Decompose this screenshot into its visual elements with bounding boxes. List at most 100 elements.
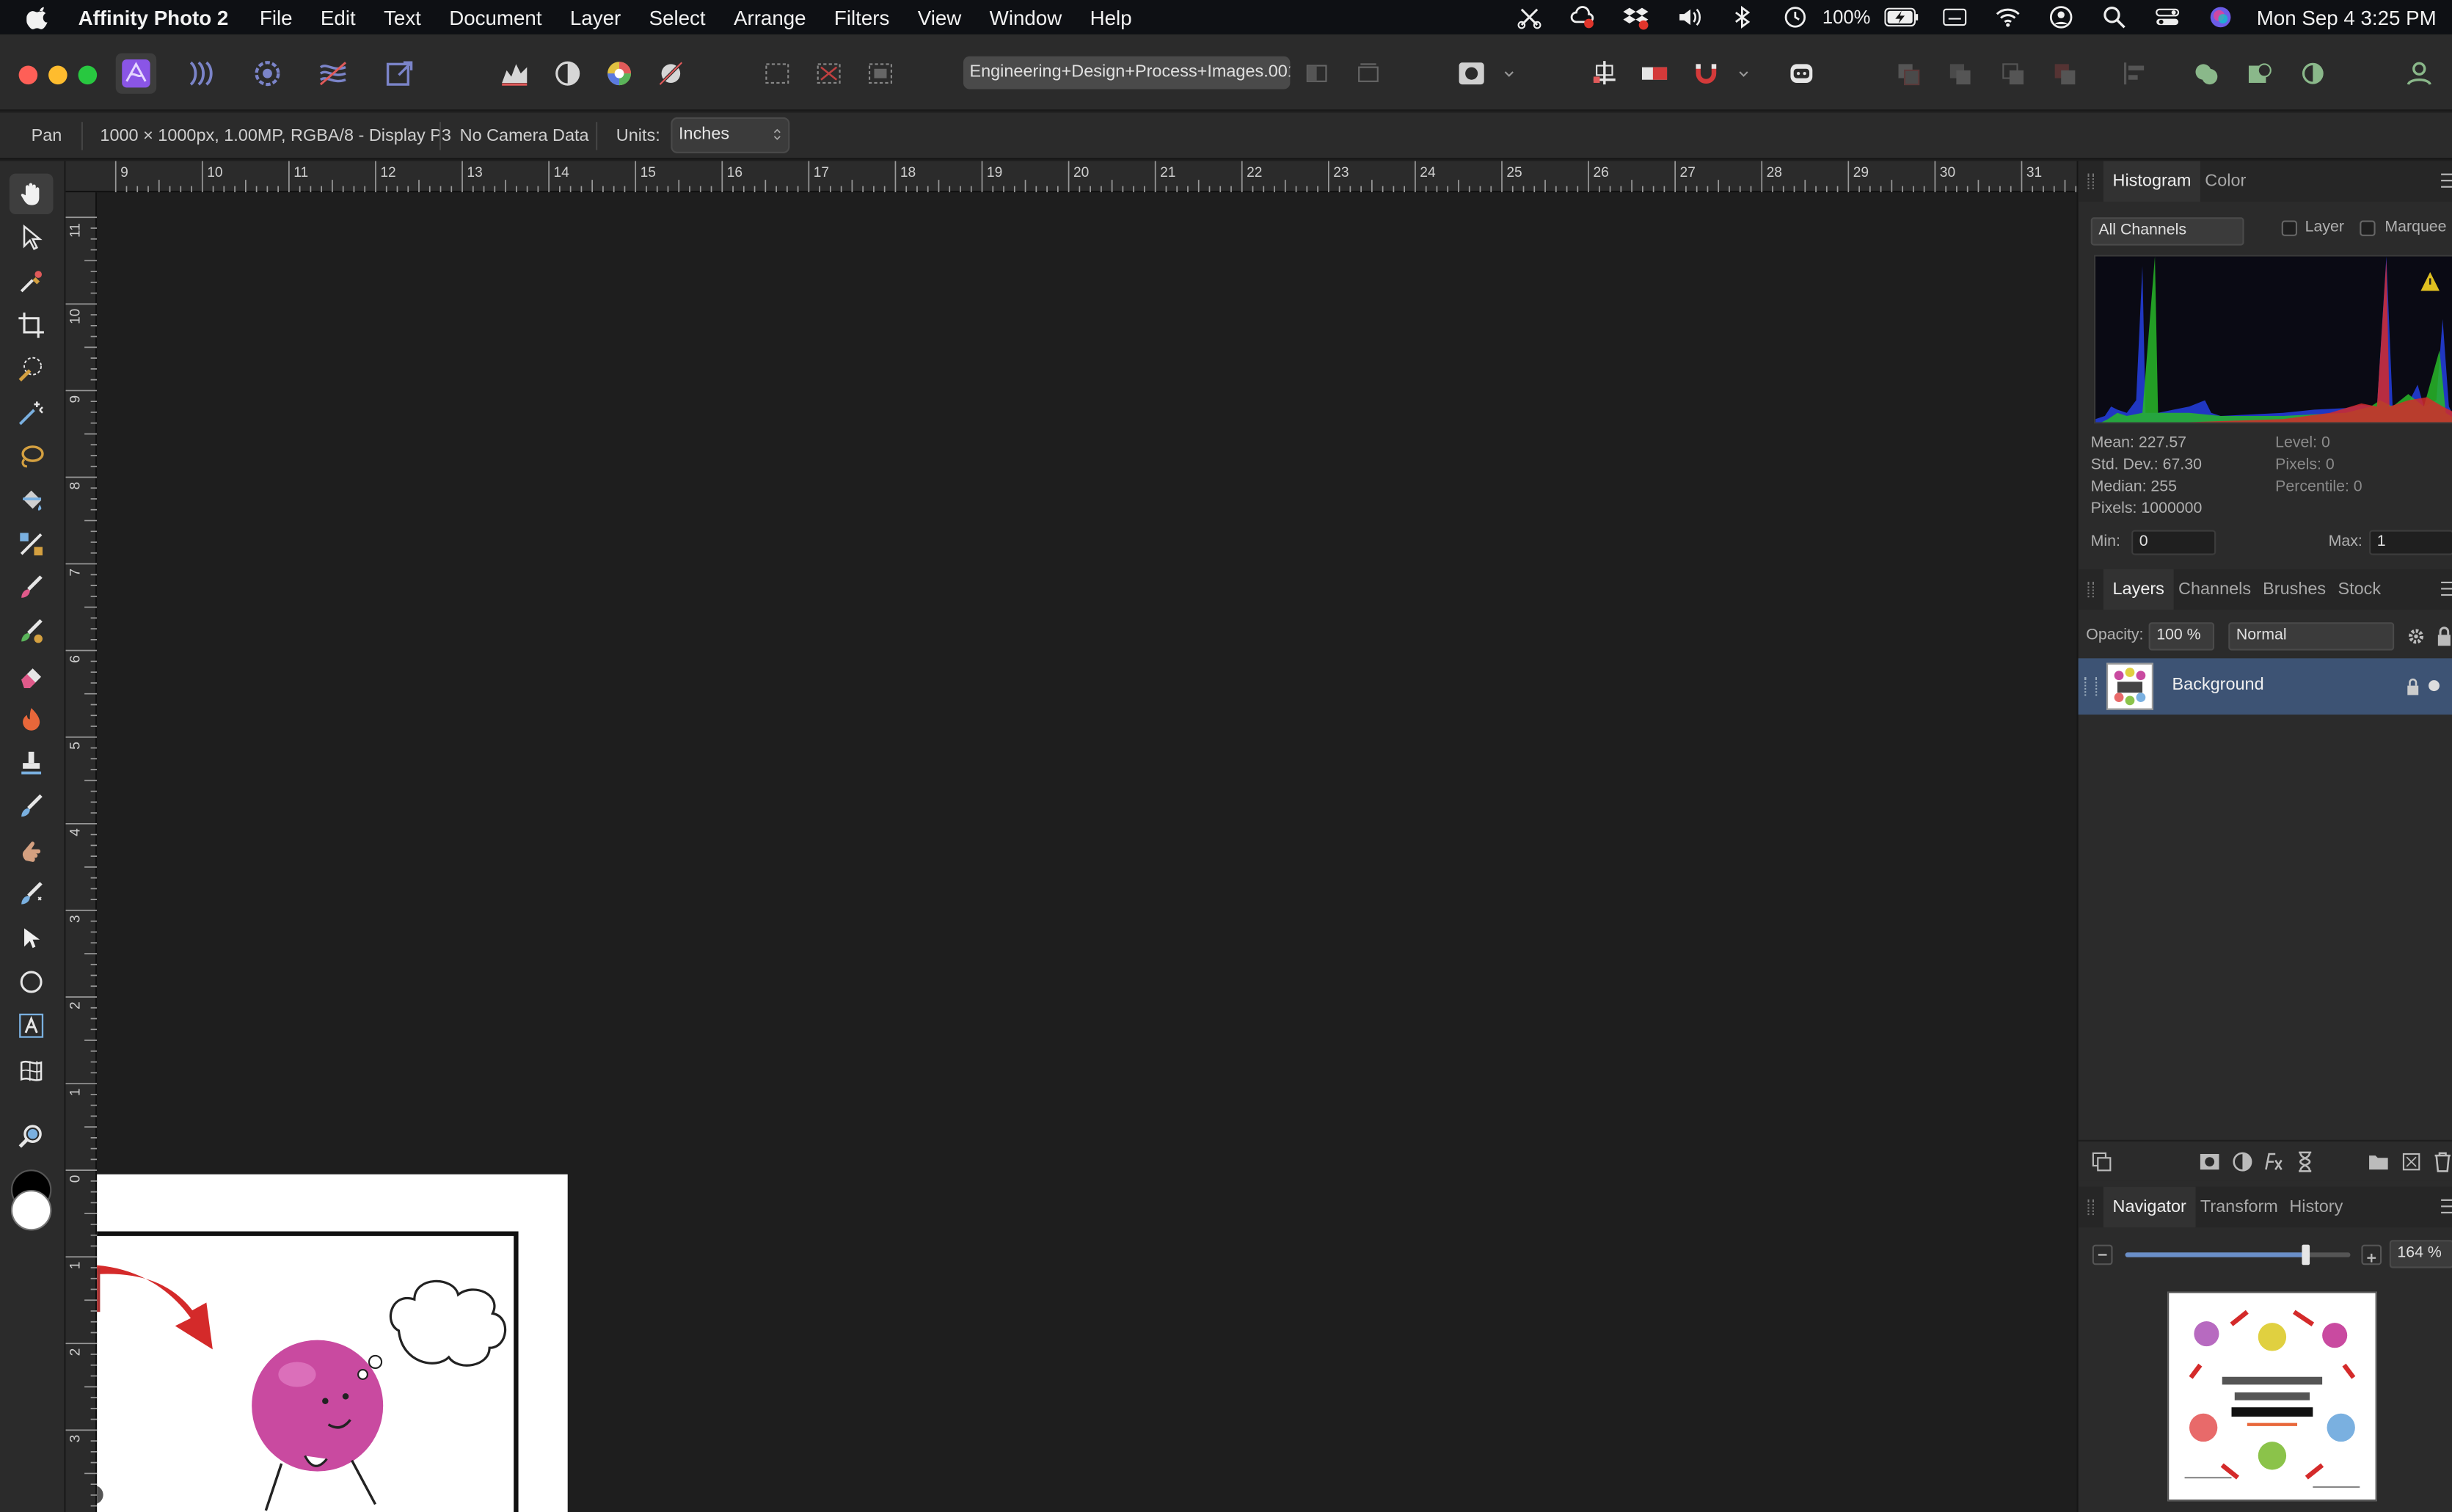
document-title[interactable]: Engineering+Design+Process+Images.001 (1 (963, 56, 1291, 90)
zoom-percent-input[interactable]: 164 % (2389, 1240, 2452, 1268)
zoom-in-button[interactable] (2361, 1244, 2382, 1266)
account-button[interactable] (2399, 53, 2440, 93)
snapping-magnet-button[interactable] (1686, 53, 1726, 93)
menu-filters[interactable]: Filters (834, 5, 889, 29)
units-dropdown[interactable]: Inches (671, 117, 790, 153)
panel-grip-icon[interactable] (2087, 1199, 2094, 1216)
menu-layer[interactable]: Layer (570, 5, 621, 29)
control-center-icon[interactable] (2141, 0, 2194, 34)
healing-brush-tool-button[interactable] (10, 786, 54, 827)
opacity-input[interactable]: 100 % (2148, 622, 2215, 651)
boolean-intersect-button[interactable] (2293, 53, 2333, 93)
siri-icon[interactable] (2194, 0, 2247, 34)
navigator-preview[interactable] (2167, 1291, 2377, 1502)
align-button[interactable] (2115, 53, 2155, 93)
tab-history[interactable]: History (2280, 1187, 2353, 1227)
drag-handle-icon[interactable] (2084, 676, 2098, 696)
panel-menu-icon[interactable] (2441, 1199, 2452, 1215)
view-tool-button[interactable] (9, 173, 54, 215)
dropbox-icon[interactable] (1610, 0, 1663, 34)
zoom-out-button[interactable] (2092, 1244, 2113, 1266)
menu-window[interactable]: Window (990, 5, 1062, 29)
marquee-checkbox[interactable] (2360, 220, 2376, 236)
vertical-ruler[interactable]: 11 10 9 8 7 6 5 4 3 2 1 0 1 2 3 (65, 192, 98, 1512)
delete-layer-button[interactable] (2431, 1151, 2452, 1173)
smudge-tool-button[interactable] (10, 830, 54, 871)
liquify-persona-button[interactable] (180, 53, 220, 93)
flood-fill-tool-button[interactable] (10, 480, 54, 520)
tab-transform[interactable]: Transform (2191, 1187, 2288, 1227)
min-input[interactable]: 0 (2131, 530, 2216, 555)
layer-checkbox[interactable] (2281, 220, 2298, 236)
clone-brush-tool-button[interactable] (10, 742, 54, 783)
tab-color[interactable]: Color (2195, 161, 2255, 202)
tone-mapping-persona-button[interactable] (313, 53, 353, 93)
fullscreen-window-button[interactable] (78, 65, 98, 85)
panel-grip-icon[interactable] (2087, 581, 2094, 598)
histogram-graph[interactable] (2093, 255, 2452, 424)
menu-select[interactable]: Select (649, 5, 706, 29)
volume-icon[interactable] (1663, 0, 1716, 34)
add-pixel-layer-button[interactable] (2401, 1151, 2423, 1173)
photo-persona-button[interactable] (115, 53, 157, 94)
layer-locked-indicator[interactable] (2402, 676, 2424, 698)
add-group-button[interactable] (2368, 1151, 2390, 1173)
erase-brush-tool-button[interactable] (10, 655, 54, 695)
battery-icon[interactable] (1875, 0, 1928, 34)
move-tool-button[interactable] (10, 217, 54, 258)
snapping-button[interactable] (1584, 53, 1624, 93)
time-machine-icon[interactable] (1769, 0, 1822, 34)
layer-row-background[interactable]: Background (2078, 658, 2452, 715)
apple-logo-icon[interactable] (26, 4, 51, 29)
zoom-slider-thumb[interactable] (2302, 1244, 2310, 1266)
tab-channels[interactable]: Channels (2169, 569, 2261, 610)
invert-selection-button[interactable] (860, 53, 900, 93)
document-left-button[interactable] (1296, 53, 1337, 93)
panel-menu-icon[interactable] (2441, 173, 2452, 189)
studio-link-button[interactable] (1781, 53, 1822, 93)
spotlight-search-icon[interactable] (2088, 0, 2141, 34)
minimize-window-button[interactable] (48, 65, 67, 85)
zoom-slider-track[interactable] (2125, 1244, 2351, 1266)
add-mask-button[interactable] (2199, 1151, 2221, 1173)
levels-button[interactable] (495, 53, 535, 93)
horizontal-ruler[interactable]: 9 10 11 12 13 14 15 16 17 18 19 20 21 22 23 24 25 26 27 28 2… (65, 161, 2098, 193)
auto-color-button[interactable] (599, 53, 639, 93)
menu-arrange[interactable]: Arrange (734, 5, 806, 29)
auto-white-balance-button[interactable] (651, 53, 691, 93)
layer-visibility-toggle[interactable] (2429, 680, 2440, 692)
panel-grip-icon[interactable] (2087, 173, 2094, 189)
close-window-button[interactable] (18, 65, 38, 85)
document-artwork[interactable] (97, 1174, 568, 1512)
menu-view[interactable]: View (918, 5, 962, 29)
quick-mask-button[interactable] (1451, 53, 1492, 93)
color-picker-tool-button[interactable] (10, 261, 54, 302)
tab-histogram[interactable]: Histogram (2103, 161, 2201, 202)
menu-file[interactable]: File (260, 5, 293, 29)
tab-navigator[interactable]: Navigator (2103, 1186, 2196, 1228)
deselect-button[interactable] (809, 53, 849, 93)
layer-options-button[interactable] (2091, 1151, 2113, 1173)
snapping-dropdown[interactable] (1733, 53, 1755, 93)
menu-edit[interactable]: Edit (321, 5, 356, 29)
select-all-button[interactable] (757, 53, 798, 93)
adjustment-button[interactable] (2232, 1151, 2254, 1173)
zoom-tool-button[interactable] (10, 1117, 54, 1157)
selection-brush-tool-button[interactable] (10, 348, 54, 389)
freehand-selection-tool-button[interactable] (10, 437, 54, 477)
input-source-icon[interactable] (1928, 0, 1981, 34)
export-persona-button[interactable] (380, 53, 420, 93)
canvas-area[interactable] (97, 194, 2077, 1512)
quick-mask-dropdown[interactable] (1498, 53, 1520, 93)
boolean-add-button[interactable] (2186, 53, 2227, 93)
boolean-subtract-button[interactable] (2239, 53, 2280, 93)
node-tool-button[interactable] (10, 918, 54, 958)
arrange-backward-button[interactable] (1939, 53, 1980, 93)
color-replacement-tool-button[interactable] (10, 611, 54, 651)
menubar-clock[interactable]: Mon Sep 4 3:25 PM (2257, 5, 2437, 29)
lock-layer-button[interactable] (2433, 626, 2452, 648)
arrange-front-button[interactable] (2044, 53, 2084, 93)
menu-document[interactable]: Document (449, 5, 541, 29)
panel-menu-icon[interactable] (2441, 581, 2452, 597)
wifi-icon[interactable] (1982, 0, 2035, 34)
